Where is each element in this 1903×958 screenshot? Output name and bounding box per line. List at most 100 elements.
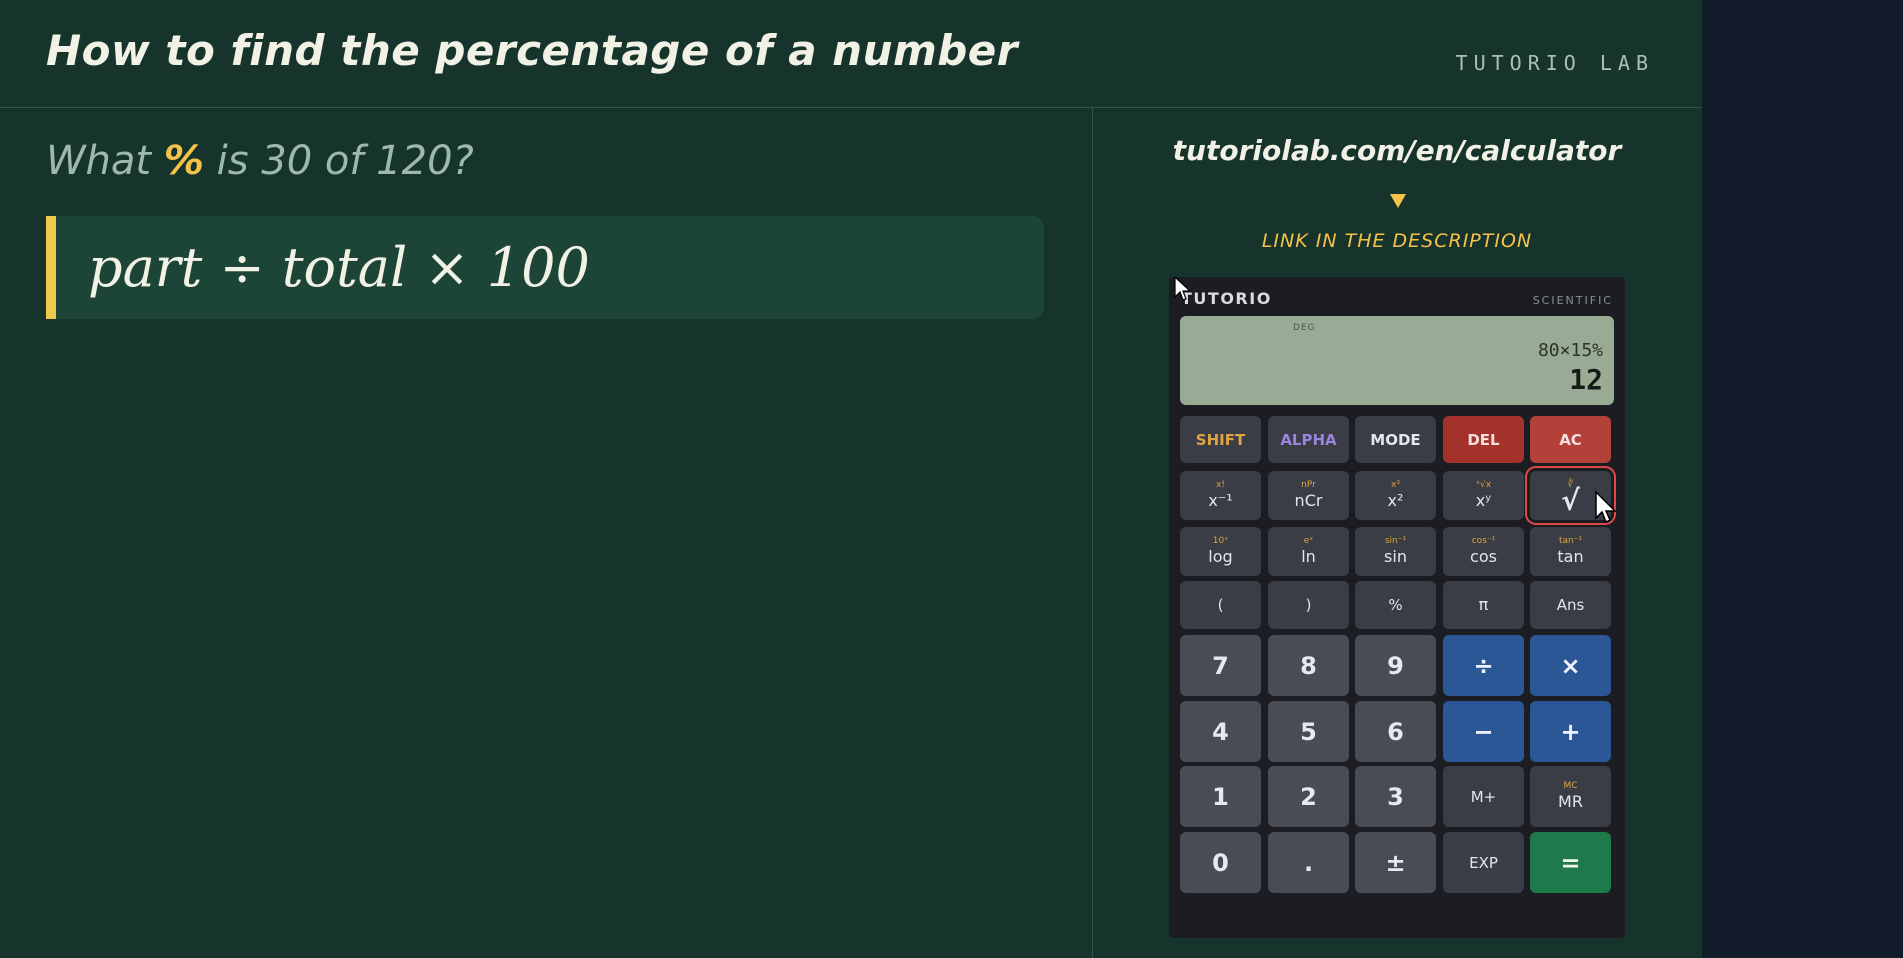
- digit-3-key[interactable]: 3: [1355, 766, 1436, 827]
- key-label: x²: [1387, 491, 1404, 510]
- divide-key[interactable]: ÷: [1443, 635, 1524, 696]
- exp-key[interactable]: EXP: [1443, 832, 1524, 893]
- calculator-display: DEG 80×15% 12: [1180, 316, 1614, 405]
- key-label: EXP: [1469, 853, 1498, 872]
- key-label: .: [1303, 848, 1314, 877]
- digit-6-key[interactable]: 6: [1355, 701, 1436, 762]
- digit-1-key[interactable]: 1: [1180, 766, 1261, 827]
- key-label: ×: [1560, 651, 1581, 680]
- equals-key[interactable]: =: [1530, 832, 1611, 893]
- key-label: π: [1478, 595, 1489, 614]
- digit-8-key[interactable]: 8: [1268, 635, 1349, 696]
- key-label: +: [1560, 717, 1581, 746]
- digit-0-key[interactable]: 0: [1180, 832, 1261, 893]
- key-label: MR: [1558, 792, 1583, 811]
- decimal-key[interactable]: .: [1268, 832, 1349, 893]
- key-label: nCr: [1294, 491, 1323, 510]
- digit-9-key[interactable]: 9: [1355, 635, 1436, 696]
- question-percent-symbol: %: [163, 138, 204, 184]
- plus-key[interactable]: +: [1530, 701, 1611, 762]
- angle-mode-indicator: DEG: [1293, 323, 1316, 333]
- key-secondary-label: 10ˣ: [1212, 536, 1229, 546]
- mr-key[interactable]: MC MR: [1530, 766, 1611, 827]
- ac-key[interactable]: AC: [1530, 416, 1611, 463]
- key-label: AC: [1559, 430, 1582, 449]
- shift-key[interactable]: SHIFT: [1180, 416, 1261, 463]
- calculator-brand: TUTORIO: [1181, 289, 1272, 308]
- key-label: %: [1388, 596, 1403, 614]
- open-paren-key[interactable]: (: [1180, 581, 1261, 629]
- calculator: TUTORIO SCIENTIFIC DEG 80×15% 12 SHIFT AL…: [1169, 277, 1625, 938]
- key-label: SHIFT: [1195, 430, 1246, 449]
- key-secondary-label: cos⁻¹: [1471, 536, 1496, 546]
- key-label: ln: [1301, 547, 1316, 566]
- key-label: ): [1305, 596, 1312, 614]
- page-title: How to find the percentage of a number: [46, 26, 1018, 75]
- key-label: =: [1560, 848, 1581, 877]
- key-label: 9: [1387, 651, 1404, 680]
- key-label: (: [1217, 596, 1224, 614]
- key-secondary-label: x³: [1391, 480, 1400, 490]
- cos-key[interactable]: cos⁻¹ cos: [1443, 527, 1524, 576]
- key-label: 8: [1300, 651, 1317, 680]
- sign-key[interactable]: ±: [1355, 832, 1436, 893]
- tan-key[interactable]: tan⁻¹ tan: [1530, 527, 1611, 576]
- key-label: xʸ: [1475, 491, 1492, 510]
- percent-key[interactable]: %: [1355, 581, 1436, 629]
- question: What % is 30 of 120?: [46, 138, 474, 184]
- key-label: x⁻¹: [1208, 491, 1233, 510]
- del-key[interactable]: DEL: [1443, 416, 1524, 463]
- multiply-key[interactable]: ×: [1530, 635, 1611, 696]
- key-label: M+: [1470, 787, 1497, 806]
- digit-4-key[interactable]: 4: [1180, 701, 1261, 762]
- mode-key[interactable]: MODE: [1355, 416, 1436, 463]
- digit-5-key[interactable]: 5: [1268, 701, 1349, 762]
- key-secondary-label: eˣ: [1303, 536, 1314, 546]
- pi-key[interactable]: π: [1443, 581, 1524, 629]
- sin-key[interactable]: sin⁻¹ sin: [1355, 527, 1436, 576]
- key-label: log: [1208, 547, 1233, 566]
- ln-key[interactable]: eˣ ln: [1268, 527, 1349, 576]
- key-label: 3: [1387, 782, 1404, 811]
- log-key[interactable]: 10ˣ log: [1180, 527, 1261, 576]
- key-secondary-label: sin⁻¹: [1384, 536, 1407, 546]
- key-label: √: [1561, 484, 1580, 517]
- key-label: MODE: [1370, 430, 1421, 449]
- display-result: 12: [1569, 363, 1603, 396]
- key-label: −: [1473, 717, 1494, 746]
- key-label: cos: [1470, 547, 1497, 566]
- key-secondary-label: MC: [1563, 781, 1578, 791]
- key-label: DEL: [1467, 430, 1500, 449]
- key-label: 6: [1387, 717, 1404, 746]
- mouse-cursor-icon: [1174, 276, 1192, 301]
- reciprocal-key[interactable]: x! x⁻¹: [1180, 471, 1261, 520]
- key-label: 0: [1212, 848, 1229, 877]
- question-prefix: What: [46, 138, 152, 184]
- key-label: ±: [1385, 848, 1406, 877]
- question-suffix: is 30 of 120?: [216, 138, 474, 184]
- key-label: ÷: [1473, 651, 1494, 680]
- alpha-key[interactable]: ALPHA: [1268, 416, 1349, 463]
- key-label: tan: [1557, 547, 1584, 566]
- ncr-key[interactable]: nPr nCr: [1268, 471, 1349, 520]
- formula-box: part ÷ total × 100: [46, 216, 1044, 319]
- formula-text: part ÷ total × 100: [88, 236, 590, 299]
- key-label: 7: [1212, 651, 1229, 680]
- square-key[interactable]: x³ x²: [1355, 471, 1436, 520]
- calculator-model: SCIENTIFIC: [1532, 294, 1613, 307]
- ans-key[interactable]: Ans: [1530, 581, 1611, 629]
- brand-logo-text: TUTORIO LAB: [1455, 51, 1654, 75]
- power-key[interactable]: ˣ√x xʸ: [1443, 471, 1524, 520]
- digit-7-key[interactable]: 7: [1180, 635, 1261, 696]
- key-label: 1: [1212, 782, 1229, 811]
- display-expression: 80×15%: [1537, 340, 1603, 361]
- key-label: ALPHA: [1280, 430, 1337, 449]
- key-label: Ans: [1556, 596, 1585, 614]
- key-secondary-label: tan⁻¹: [1558, 536, 1583, 546]
- calculator-link: tutoriolab.com/en/calculator: [1172, 134, 1622, 167]
- close-paren-key[interactable]: ): [1268, 581, 1349, 629]
- key-secondary-label: nPr: [1301, 480, 1316, 490]
- minus-key[interactable]: −: [1443, 701, 1524, 762]
- digit-2-key[interactable]: 2: [1268, 766, 1349, 827]
- mplus-key[interactable]: M+: [1443, 766, 1524, 827]
